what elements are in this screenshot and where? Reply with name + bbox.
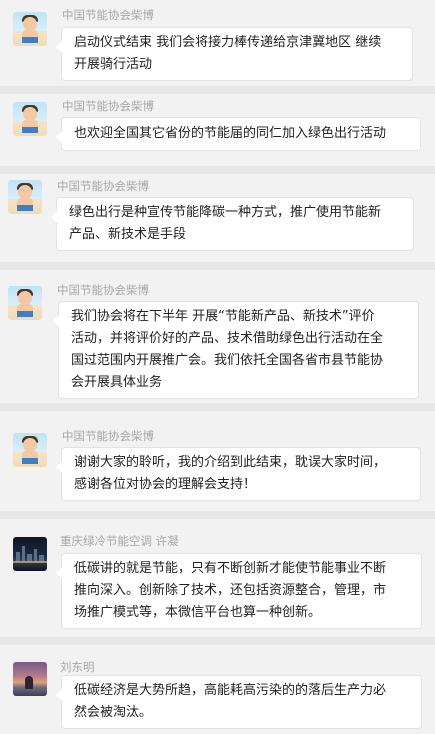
message-divider bbox=[0, 403, 435, 411]
message-bubble[interactable]: 低碳经济是大势所趋，高能耗高污染的的落后生产力必 然会被淘汰。 bbox=[56, 676, 421, 728]
message-bubble[interactable]: 启动仪式结束 我们会将接力棒传递给京津冀地区 继续 开展骑行活动 bbox=[56, 28, 412, 80]
chat-message: 中国节能协会柴博 也欢迎全国其它省份的节能届的同仁加入绿色出行活动 bbox=[0, 94, 435, 166]
sender-name: 中国节能协会柴博 bbox=[57, 179, 149, 193]
message-bubble[interactable]: 也欢迎全国其它省份的节能届的同仁加入绿色出行活动 bbox=[56, 118, 420, 150]
sender-avatar[interactable] bbox=[13, 12, 47, 46]
message-bubble[interactable]: 低碳讲的就是节能，只有不断创新才能使节能事业不断 推向深入。创新除了技术，还包括… bbox=[56, 554, 421, 628]
message-line: 国过范围内开展推广会。我们依托全国各省市县节能协 bbox=[71, 353, 384, 368]
message-divider bbox=[0, 86, 435, 94]
message-line: 会开展具体业务 bbox=[71, 375, 163, 390]
message-divider bbox=[0, 511, 435, 519]
sender-avatar[interactable] bbox=[13, 102, 47, 136]
message-line: 开展骑行活动 bbox=[74, 57, 153, 72]
message-line: 低碳经济是大势所趋，高能耗高污染的的落后生产力必 bbox=[74, 683, 387, 698]
message-line: 推向深入。创新除了技术，还包括资源整合，管理，市 bbox=[74, 583, 387, 598]
message-line: 产品、新技术是手段 bbox=[69, 227, 187, 242]
message-line: 活动，并将评价好的产品、技术借助绿色出行活动在全 bbox=[71, 331, 384, 346]
message-line: 低碳讲的就是节能，只有不断创新才能使节能事业不断 bbox=[74, 561, 387, 576]
message-line: 场推广模式等，本微信平台也算一种创新。 bbox=[74, 605, 322, 620]
sender-avatar[interactable] bbox=[8, 180, 42, 214]
sender-name: 中国节能协会柴博 bbox=[57, 283, 149, 297]
sender-name: 刘东明 bbox=[60, 660, 95, 674]
message-line: 我们协会将在下半年 开展“节能新产品、新技术”评价 bbox=[71, 309, 375, 324]
message-line: 也欢迎全国其它省份的节能届的同仁加入绿色出行活动 bbox=[74, 126, 387, 141]
chat-message: 中国节能协会柴博 绿色出行是种宣传节能降碳一种方式，推广使用节能新 产品、新技术… bbox=[0, 174, 435, 262]
chat-message: 刘东明 低碳经济是大势所趋，高能耗高污染的的落后生产力必 然会被淘汰。 bbox=[0, 645, 435, 734]
chat-message: 中国节能协会柴博 我们协会将在下半年 开展“节能新产品、新技术”评价 活动，并将… bbox=[0, 270, 435, 403]
chat-message: 中国节能协会柴博 启动仪式结束 我们会将接力棒传递给京津冀地区 继续 开展骑行活… bbox=[0, 0, 435, 86]
sender-name: 中国节能协会柴博 bbox=[62, 8, 154, 22]
message-divider bbox=[0, 637, 435, 645]
message-line: 然会被淘汰。 bbox=[74, 705, 153, 720]
message-divider bbox=[0, 166, 435, 174]
message-bubble[interactable]: 绿色出行是种宣传节能降碳一种方式，推广使用节能新 产品、新技术是手段 bbox=[51, 198, 413, 250]
sender-name: 中国节能协会柴博 bbox=[62, 99, 154, 113]
message-bubble[interactable]: 谢谢大家的聆听，我的介绍到此结束，耽误大家时间， 感谢各位对协会的理解会支持！ bbox=[56, 448, 420, 500]
message-bubble[interactable]: 我们协会将在下半年 开展“节能新产品、新技术”评价 活动，并将评价好的产品、技术… bbox=[53, 302, 418, 398]
chat-message: 重庆绿冷节能空调 许凝 低碳讲的就是节能，只有不断创新才能使节能事业不断 推向深… bbox=[0, 519, 435, 637]
message-line: 绿色出行是种宣传节能降碳一种方式，推广使用节能新 bbox=[69, 205, 382, 220]
chat-message: 中国节能协会柴博 谢谢大家的聆听，我的介绍到此结束，耽误大家时间， 感谢各位对协… bbox=[0, 411, 435, 511]
sender-avatar[interactable] bbox=[13, 537, 47, 571]
sender-avatar[interactable] bbox=[13, 662, 47, 696]
sender-name: 重庆绿冷节能空调 许凝 bbox=[60, 534, 179, 548]
message-divider bbox=[0, 262, 435, 270]
sender-avatar[interactable] bbox=[8, 286, 42, 320]
sender-avatar[interactable] bbox=[13, 433, 47, 467]
message-line: 谢谢大家的聆听，我的介绍到此结束，耽误大家时间， bbox=[74, 455, 387, 470]
sender-name: 中国节能协会柴博 bbox=[62, 429, 154, 443]
message-line: 启动仪式结束 我们会将接力棒传递给京津冀地区 继续 bbox=[74, 35, 382, 50]
message-line: 感谢各位对协会的理解会支持！ bbox=[74, 477, 257, 492]
